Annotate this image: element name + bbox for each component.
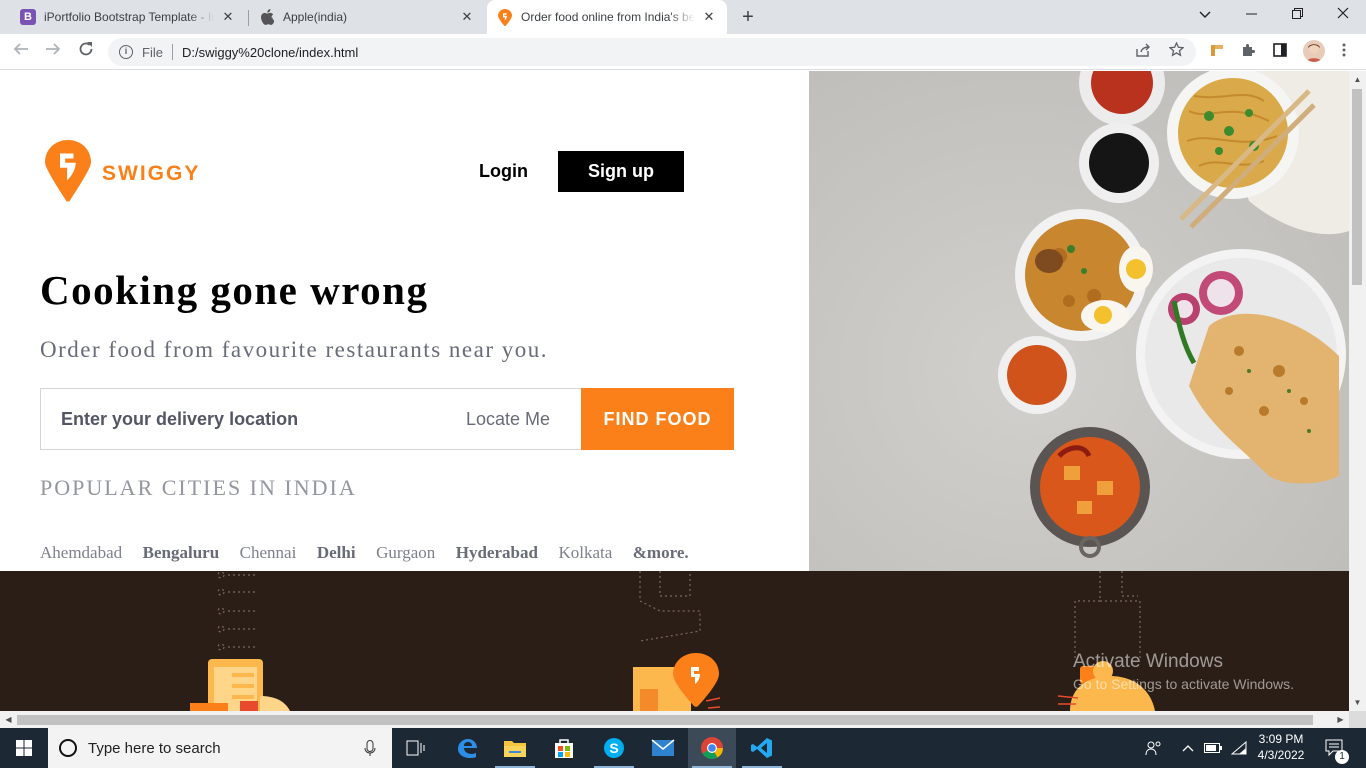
clock-time: 3:09 PM [1258,732,1304,746]
signup-button[interactable]: Sign up [558,151,684,192]
clock-date: 4/3/2022 [1257,748,1305,762]
extension-icon[interactable] [1207,42,1227,62]
people-icon[interactable] [1142,728,1166,768]
search-icon [59,739,77,757]
city-list: Ahemdabad Bengaluru Chennai Delhi Gurgao… [40,543,709,563]
windows-taskbar: Type here to search S 3:09 PM 4/3/2022 1 [0,728,1366,768]
minimize-button[interactable] [1228,0,1274,30]
vscode-icon[interactable] [738,728,786,768]
tab-title: Apple(india) [283,10,348,24]
store-icon[interactable] [540,728,588,768]
tab-apple[interactable]: Apple(india) ✕ [249,0,485,34]
city-link-hyderabad[interactable]: Hyderabad [456,543,538,563]
tab-strip: B iPortfolio Bootstrap Template - In ✕ A… [0,0,1366,34]
edge-icon[interactable] [443,728,491,768]
share-icon[interactable] [1130,38,1156,66]
restore-button[interactable] [1274,0,1320,30]
page-viewport: SWIGGY Login Sign up Cooking gone wrong … [0,71,1349,711]
back-arrow-icon[interactable] [8,39,34,65]
close-icon[interactable]: ✕ [220,9,236,25]
scroll-down-arrow-icon[interactable]: ▼ [1349,694,1366,711]
vertical-scrollbar[interactable]: ▲ ▼ [1349,71,1366,711]
profile-avatar[interactable] [1303,40,1325,62]
login-link[interactable]: Login [479,161,528,182]
wifi-icon[interactable] [1228,728,1250,768]
address-bar[interactable]: i File D:/swiggy%20clone/index.html [108,38,1196,66]
scrollbar-corner [1349,711,1366,728]
close-icon[interactable]: ✕ [459,9,475,25]
scroll-right-arrow-icon[interactable]: ▶ [1332,711,1349,728]
tab-title: Order food online from India's be [521,10,695,24]
city-link-delhi[interactable]: Delhi [317,543,356,563]
hero-subline: Order food from favourite restaurants ne… [40,337,548,362]
food-illustration [809,71,1349,571]
swiggy-icon [497,8,513,26]
brand-name: SWIGGY [102,162,201,185]
city-link-ahemdabad[interactable]: Ahemdabad [40,543,122,563]
horizontal-scrollbar[interactable]: ◀ ▶ [0,711,1349,728]
tab-iportfolio[interactable]: B iPortfolio Bootstrap Template - In ✕ [10,0,246,34]
file-explorer-icon[interactable] [491,728,539,768]
url-text[interactable]: D:/swiggy%20clone/index.html [182,45,358,60]
apple-icon [259,9,275,25]
delivery-location-input[interactable] [61,389,441,449]
browser-toolbar: i File D:/swiggy%20clone/index.html [0,34,1366,70]
mail-icon[interactable] [639,728,687,768]
menu-dots-icon[interactable] [1334,42,1354,62]
info-icon[interactable]: i [119,45,133,59]
side-panel-icon[interactable] [1270,42,1290,62]
location-search: Locate Me [40,388,581,450]
puzzle-icon[interactable] [1238,42,1258,62]
svg-text:S: S [609,740,618,756]
scroll-left-arrow-icon[interactable]: ◀ [0,711,17,728]
city-link-more[interactable]: &more. [633,543,689,563]
watermark-title: Activate Windows [1073,651,1223,672]
battery-icon[interactable] [1202,728,1224,768]
star-icon[interactable] [1163,38,1189,66]
scroll-up-arrow-icon[interactable]: ▲ [1349,71,1366,88]
scheme-label: File [142,44,163,60]
skype-icon[interactable]: S [590,728,638,768]
city-link-gurgaon[interactable]: Gurgaon [376,543,435,563]
start-button[interactable] [0,728,48,768]
windows-logo-icon [16,740,32,756]
notification-center-icon[interactable]: 1 [1320,728,1350,768]
activate-windows-watermark: Activate Windows Go to Settings to activ… [1073,651,1294,692]
tab-search-chevron-icon[interactable] [1182,0,1228,30]
new-tab-button[interactable]: + [736,5,760,29]
vertical-scroll-thumb[interactable] [1352,89,1362,285]
forward-arrow-icon[interactable] [40,39,66,65]
taskbar-search-placeholder: Type here to search [88,739,221,757]
swiggy-logo[interactable]: SWIGGY [44,140,200,202]
task-view-icon[interactable] [392,728,440,768]
bootstrap-icon: B [20,9,36,25]
close-icon[interactable]: ✕ [701,9,717,25]
taskbar-search[interactable]: Type here to search [48,728,392,768]
reload-icon[interactable] [73,39,99,65]
swiggy-logo-icon [45,140,91,202]
locate-me-button[interactable]: Locate Me [466,409,550,430]
tab-swiggy[interactable]: Order food online from India's be ✕ [487,0,727,34]
close-window-button[interactable] [1320,0,1366,30]
chrome-icon[interactable] [688,728,736,768]
hero-headline: Cooking gone wrong [40,267,429,313]
chevron-up-icon[interactable] [1178,728,1198,768]
find-food-button[interactable]: FIND FOOD [581,388,734,450]
watermark-subtitle: Go to Settings to activate Windows. [1073,676,1294,692]
divider [171,44,173,60]
food-hero-image [809,71,1349,571]
city-link-chennai[interactable]: Chennai [240,543,297,563]
city-link-kolkata[interactable]: Kolkata [558,543,612,563]
microphone-icon[interactable] [364,740,376,757]
horizontal-scroll-thumb[interactable] [17,715,1313,725]
city-link-bengaluru[interactable]: Bengaluru [143,543,220,563]
notification-count-badge: 1 [1335,750,1349,764]
tab-title: iPortfolio Bootstrap Template - In [44,10,214,24]
popular-cities-title: POPULAR CITIES IN INDIA [40,475,357,500]
hero-section: SWIGGY Login Sign up Cooking gone wrong … [0,71,809,571]
system-clock[interactable]: 3:09 PM 4/3/2022 [1252,731,1310,763]
